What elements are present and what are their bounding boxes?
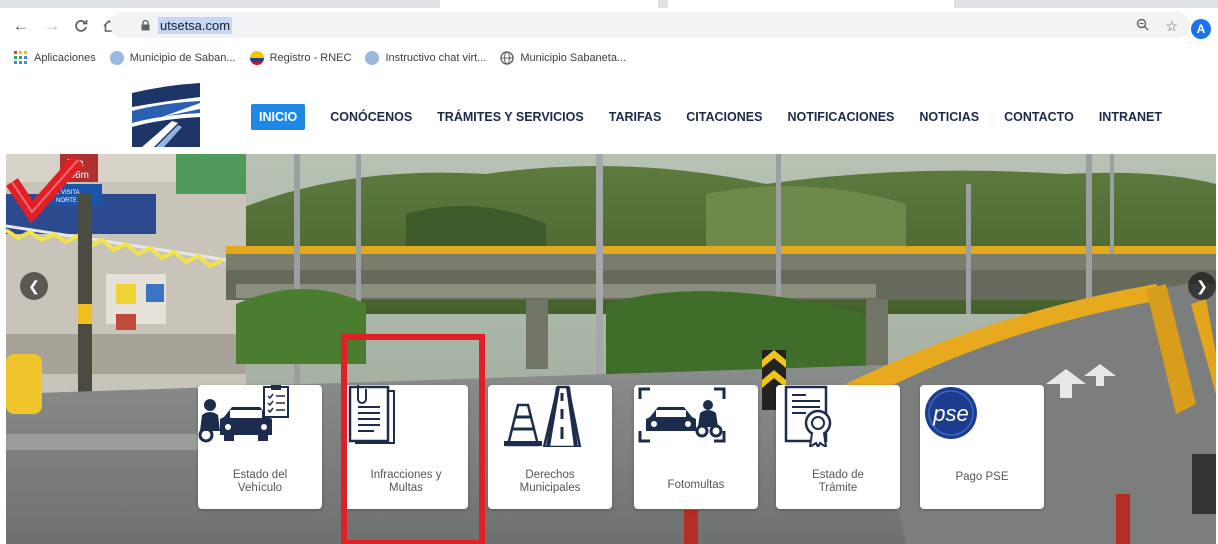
nav-noticias[interactable]: NOTICIAS [919,110,979,124]
nav-tramites-servicios[interactable]: TRÁMITES Y SERVICIOS [437,110,584,124]
chevron-left-icon: ❮ [28,277,40,294]
back-arrow-icon[interactable]: ← [10,15,32,37]
carousel-prev-button[interactable]: ❮ [20,272,48,300]
bookmarks-bar: Aplicaciones Municipio de Saban... Regis… [0,46,1218,70]
check-mark-icon [6,155,84,224]
apps-grid-icon [14,51,28,65]
tile-derechos-municipales[interactable]: Derechos Municipales [488,385,612,509]
tile-pago-pse[interactable]: pse Pago PSE [920,385,1044,509]
star-icon[interactable]: ☆ [1165,18,1178,35]
nav-contacto[interactable]: CONTACTO [1004,110,1074,124]
lock-icon[interactable] [140,19,150,31]
rnec-icon [249,51,264,65]
globe-icon [500,51,515,65]
tab[interactable] [440,0,658,8]
reload-icon[interactable] [70,15,92,37]
site-icon [365,51,380,65]
zoom-icon[interactable] [1136,18,1149,35]
nav-notificaciones[interactable]: NOTIFICACIONES [787,110,894,124]
bookmark-label: Aplicaciones [34,52,96,64]
address-bar[interactable]: utsetsa.com [110,12,1190,38]
tab-strip [0,0,1218,8]
tile-label: Derechos Municipales [519,469,581,494]
bookmark-registro-rnec[interactable]: Registro - RNEC [249,51,352,65]
carousel-next-button[interactable]: ❯ [1188,272,1216,300]
hero-carousel: 73a 106m 1 VISITA NORTE ❮ ❯ Estado del V… [6,154,1216,544]
site-header: INICIO CONÓCENOS TRÁMITES Y SERVICIOS TA… [0,72,1218,154]
bookmark-apps[interactable]: Aplicaciones [14,51,96,65]
nav-inicio[interactable]: INICIO [251,104,306,130]
tile-label: Pago PSE [955,471,1009,483]
svg-text:pse: pse [932,401,968,426]
nav-intranet[interactable]: INTRANET [1099,110,1162,124]
bookmark-label: Municipio Sabaneta... [520,52,627,64]
tile-label: Estado de Trámite [812,469,864,494]
url-text[interactable]: utsetsa.com [158,16,233,34]
tile-label: Fotomultas [667,479,725,491]
highlight-box [341,334,485,544]
tab[interactable] [668,0,954,8]
tile-fotomultas[interactable]: Fotomultas [634,385,758,509]
profile-avatar[interactable]: A [1191,19,1211,39]
bookmark-label: Registro - RNEC [269,52,352,64]
bookmark-label: Instructivo chat virt... [385,52,487,64]
bookmark-label: Municipio de Saban... [129,52,236,64]
tile-label: Estado del Vehículo [232,469,288,494]
bookmark-municipio-sabaneta-2[interactable]: Municipio Sabaneta... [500,51,626,65]
bookmark-municipio-sabaneta[interactable]: Municipio de Saban... [109,51,236,65]
nav-citaciones[interactable]: CITACIONES [686,110,762,124]
main-nav: INICIO CONÓCENOS TRÁMITES Y SERVICIOS TA… [251,104,1187,130]
utsetsa-logo[interactable] [132,83,200,147]
chevron-right-icon: ❯ [1196,277,1208,294]
nav-conocenos[interactable]: CONÓCENOS [330,110,412,124]
tile-estado-tramite[interactable]: Estado de Trámite [776,385,900,509]
nav-tarifas[interactable]: TARIFAS [609,110,662,124]
tile-estado-vehiculo[interactable]: Estado del Vehículo [198,385,322,509]
site-icon [109,51,124,65]
bookmark-instructivo-chat[interactable]: Instructivo chat virt... [365,51,486,65]
forward-arrow-icon[interactable]: → [41,15,63,37]
